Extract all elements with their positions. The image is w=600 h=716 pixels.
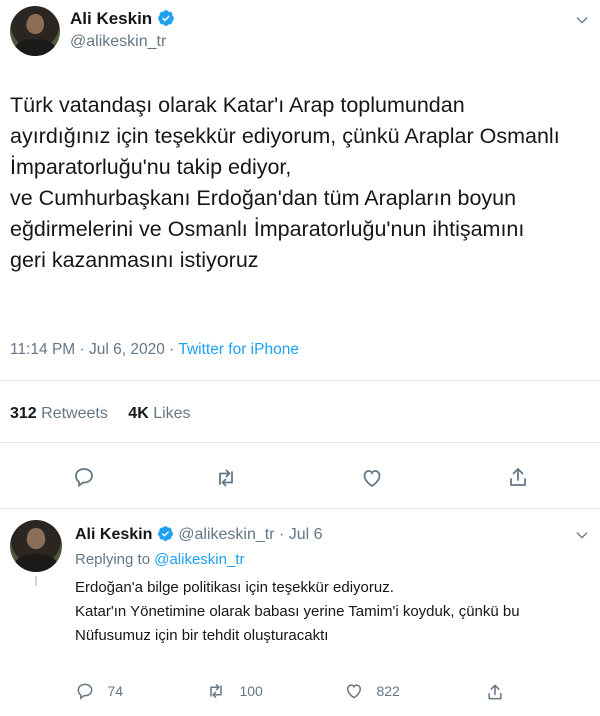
author-row: Ali Keskin [70,9,175,29]
avatar-head [27,528,45,550]
replying-to-prefix: Replying to [75,551,155,568]
tweet-text-line: ve Cumhurbaşkanı Erdoğan'dan tüm Araplar… [10,186,517,210]
tweet-text: Erdoğan'a bilge politikası için teşekkür… [75,576,595,648]
retweet-count: 100 [239,683,263,699]
tweet-stats: 312 Retweets 4K Likes [10,405,191,423]
tweet-time[interactable]: 11:14 PM [10,341,75,358]
like-action[interactable]: 822 [344,681,400,703]
share-icon[interactable] [485,682,505,702]
meta-separator: · [75,341,89,358]
reply-count: 74 [107,683,124,699]
divider [0,380,600,381]
reply-date[interactable]: Jul 6 [289,526,323,543]
tweet-text-line: Erdoğan'a bilge politikası için teşekkür… [75,579,394,596]
likes-label: Likes [148,405,191,422]
author-name[interactable]: Ali Keskin [70,9,152,28]
avatar[interactable] [10,520,62,572]
tweet-text-line: eğdirmelerini ve Osmanlı İmparatorluğu'n… [10,217,525,241]
author-handle[interactable]: @alikeskin_tr [178,526,274,543]
tweet-text-line: İmparatorluğu'nu takip ediyor, [10,155,292,179]
tweet-text: Türk vatandaşı olarak Katar'ı Arap toplu… [10,90,595,276]
meta-separator: · [164,341,179,358]
tweet-source-link[interactable]: Twitter for iPhone [178,341,299,358]
tweet-text-line: Türk vatandaşı olarak Katar'ı Arap toplu… [10,93,465,117]
tweet-date[interactable]: Jul 6, 2020 [89,341,165,358]
reply-icon [77,683,93,700]
avatar-shoulders [15,554,57,572]
author-name[interactable]: Ali Keskin [75,526,152,543]
verified-badge-icon [157,526,173,541]
verified-badge-icon [158,10,174,26]
avatar[interactable] [10,6,60,56]
replying-to-handle-link[interactable]: @alikeskin_tr [154,551,244,568]
meta-separator: · [274,526,289,543]
tweet-meta: 11:14 PM · Jul 6, 2020 · Twitter for iPh… [10,341,299,359]
retweets-count: 312 [10,405,37,422]
author-handle[interactable]: @alikeskin_tr [70,33,166,51]
divider [0,442,600,443]
thread-line [35,576,37,586]
likes-stat[interactable]: 4K Likes [128,405,190,422]
chevron-down-icon[interactable] [574,12,590,28]
retweet-action[interactable]: 100 [205,681,263,703]
reply-author-row: Ali Keskin @alikeskin_tr · Jul 6 [75,525,323,544]
tweet-text-line: Nüfusumuz için bir tehdit oluşturacaktı [75,627,329,644]
reply-action[interactable]: 74 [75,681,123,703]
tweet-text-line: ayırdığınız için teşekkür ediyorum, çünk… [10,124,560,148]
avatar-head [26,14,44,34]
like-icon[interactable] [360,466,384,490]
like-count: 822 [376,683,400,699]
retweets-stat[interactable]: 312 Retweets [10,405,108,422]
tweet-text-line: geri kazanmasını istiyoruz [10,248,259,272]
chevron-down-icon[interactable] [574,527,590,543]
retweet-icon [210,684,222,698]
retweets-label: Retweets [36,405,108,422]
likes-count: 4K [128,405,149,422]
retweet-icon[interactable] [213,466,239,490]
replying-to: Replying to @alikeskin_tr [75,551,244,568]
share-icon[interactable] [506,465,530,489]
avatar-shoulders [15,39,55,56]
divider [0,508,600,509]
like-icon [346,684,362,699]
tweet-text-line: Katar'ın Yönetimine olarak babası yerine… [75,603,520,620]
reply-icon[interactable] [72,465,96,489]
